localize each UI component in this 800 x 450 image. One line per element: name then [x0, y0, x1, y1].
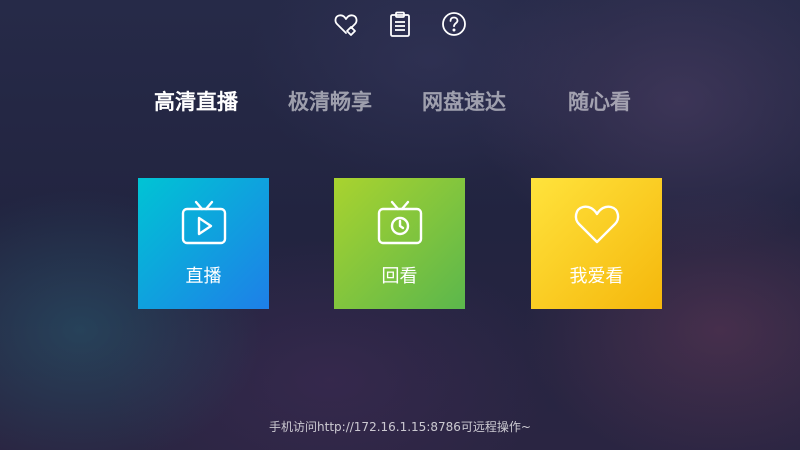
tv-play-icon — [176, 196, 232, 252]
tab-cloud-drive[interactable]: 网盘速达 — [422, 86, 506, 116]
top-toolbar — [0, 8, 800, 40]
live-tile[interactable]: 直播 — [138, 178, 269, 309]
category-tabs: 高清直播 极清畅享 网盘速达 随心看 — [0, 86, 800, 122]
feature-tiles: 直播 回看 我爱看 — [0, 178, 800, 310]
tab-ultra-hd[interactable]: 极清畅享 — [288, 86, 372, 116]
favorites-tile[interactable]: 我爱看 — [531, 178, 662, 309]
tab-hd-live[interactable]: 高清直播 — [154, 86, 238, 116]
tv-clock-icon — [372, 196, 428, 252]
remote-access-hint: 手机访问http://172.16.1.15:8786可远程操作~ — [269, 420, 531, 434]
tab-watch-freely[interactable]: 随心看 — [568, 86, 631, 116]
clipboard-icon — [390, 11, 410, 37]
help-icon — [442, 12, 466, 36]
heart-icon — [569, 196, 625, 252]
favorite-tag-icon — [334, 14, 358, 36]
favorite-button[interactable] — [330, 8, 362, 40]
favorites-tile-label: 我爱看 — [569, 266, 624, 287]
playback-tile[interactable]: 回看 — [334, 178, 465, 309]
history-button[interactable] — [384, 8, 416, 40]
live-tile-label: 直播 — [185, 266, 222, 287]
playback-tile-label: 回看 — [381, 266, 418, 287]
help-button[interactable] — [438, 8, 470, 40]
